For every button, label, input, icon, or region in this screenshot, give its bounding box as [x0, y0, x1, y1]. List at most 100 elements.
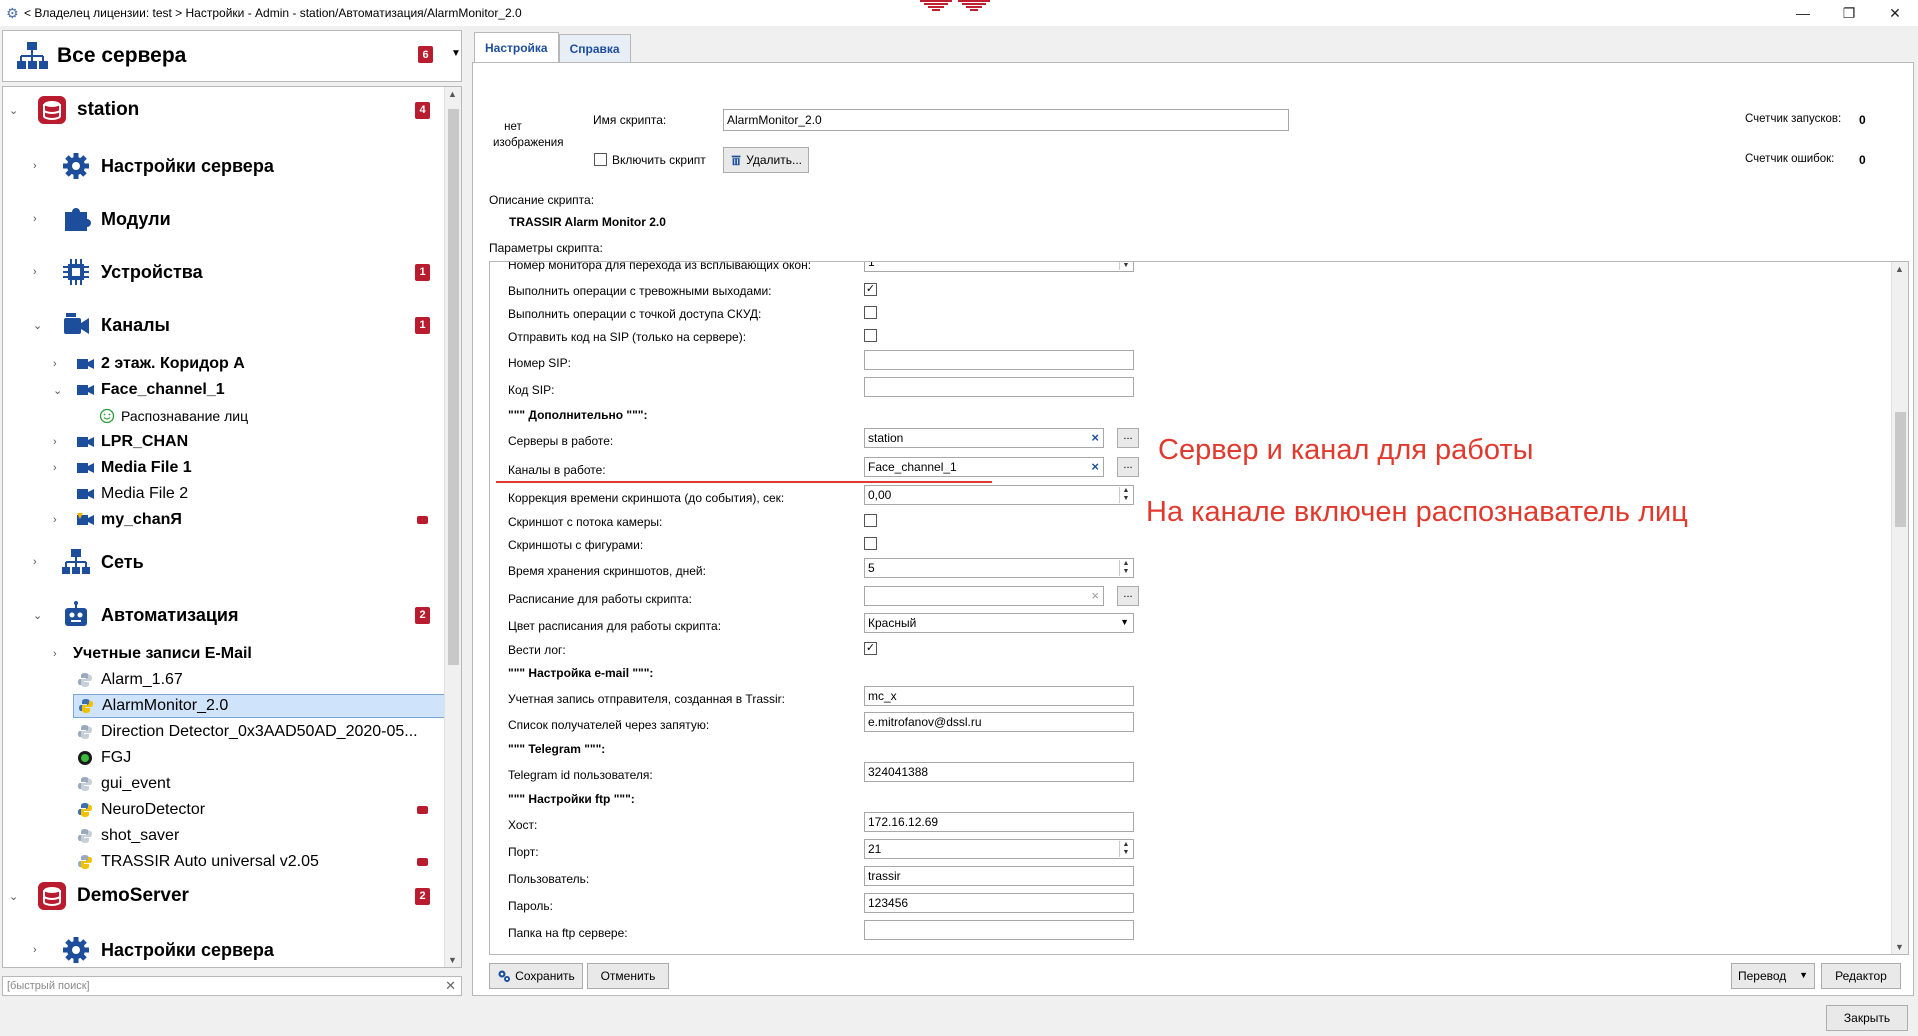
- tree-node-server-settings[interactable]: › Настройки сервера: [3, 151, 445, 181]
- tree-node-script-alarm[interactable]: Alarm_1.67: [3, 669, 445, 691]
- param-channels-input[interactable]: Face_channel_1 ×: [864, 457, 1104, 477]
- close-button[interactable]: Закрыть: [1826, 1005, 1908, 1031]
- chevron-right-icon[interactable]: ›: [53, 358, 57, 370]
- chevron-down-icon[interactable]: ▼: [451, 48, 461, 59]
- tree-node-demoserver[interactable]: ⌄ DemoServer 2: [3, 881, 445, 911]
- script-params-list[interactable]: Номер монитора для перехода из всплывающ…: [489, 261, 1909, 955]
- param-ftp-host-input[interactable]: 172.16.12.69: [864, 812, 1134, 832]
- chevron-right-icon[interactable]: ›: [53, 436, 57, 448]
- chevron-right-icon[interactable]: ›: [33, 213, 37, 225]
- schedule-browse-button[interactable]: ...: [1117, 586, 1139, 606]
- tree-node-script-neurodetector[interactable]: NeuroDetector: [3, 799, 445, 821]
- tree-node-script-alarmmonitor[interactable]: AlarmMonitor_2.0: [73, 694, 445, 718]
- script-name-input[interactable]: AlarmMonitor_2.0: [723, 109, 1289, 131]
- param-monitor-number-input[interactable]: 1 ▲▼: [864, 262, 1134, 272]
- param-sip-checkbox[interactable]: [864, 329, 877, 342]
- param-access-point-checkbox[interactable]: [864, 306, 877, 319]
- spinner-arrows-icon[interactable]: ▲▼: [1119, 262, 1132, 270]
- close-window-button[interactable]: ✕: [1872, 0, 1918, 26]
- tree-node-script-fgj[interactable]: FGJ: [3, 747, 445, 769]
- tree-node-modules[interactable]: › Модули: [3, 204, 445, 234]
- chevron-right-icon[interactable]: ›: [53, 462, 57, 474]
- tree-node-lpr-chan[interactable]: › LPR_CHAN: [3, 431, 445, 453]
- chevron-down-icon[interactable]: ⌄: [9, 104, 18, 117]
- scrollbar-thumb[interactable]: [448, 109, 459, 665]
- cancel-button[interactable]: Отменить: [587, 963, 669, 989]
- tree-node-station[interactable]: ⌄ station 4: [3, 95, 445, 125]
- scroll-down-icon[interactable]: ▼: [448, 955, 457, 965]
- tree-node-devices[interactable]: › Устройства 1: [3, 257, 445, 287]
- scrollbar-thumb[interactable]: [1895, 412, 1906, 527]
- chevron-down-icon[interactable]: ⌄: [9, 890, 18, 903]
- chevron-down-icon[interactable]: ⌄: [53, 384, 62, 397]
- param-sip-number-input[interactable]: [864, 350, 1134, 370]
- tree-node-script-direction[interactable]: Direction Detector_0x3AAD50AD_2020-05...: [3, 721, 445, 743]
- param-ftp-port-input[interactable]: 21 ▲ ▼: [864, 839, 1134, 859]
- tree-node-channels[interactable]: ⌄ Каналы 1: [3, 310, 445, 340]
- tree-node-script-trassir-auto[interactable]: TRASSIR Auto universal v2.05: [3, 851, 445, 873]
- param-recipients-input[interactable]: e.mitrofanov@dssl.ru: [864, 712, 1134, 732]
- param-ftp-password-input[interactable]: 123456: [864, 893, 1134, 913]
- tree-node-channel-corridor[interactable]: › 2 этаж. Коридор А: [3, 353, 445, 375]
- param-schedule-input[interactable]: ×: [864, 586, 1104, 606]
- tree-node-email-accounts[interactable]: › Учетные записи E-Mail: [3, 643, 445, 665]
- param-screenshot-figures-checkbox[interactable]: [864, 537, 877, 550]
- channels-browse-button[interactable]: ...: [1117, 457, 1139, 477]
- params-scrollbar[interactable]: ▲ ▼: [1891, 262, 1908, 954]
- spinner-arrows-icon[interactable]: ▲▼: [1119, 560, 1132, 576]
- spinner-arrows-icon[interactable]: ▲▼: [1119, 841, 1132, 857]
- quick-search-input[interactable]: [быстрый поиск] ✕: [2, 976, 462, 996]
- chevron-right-icon[interactable]: ›: [53, 648, 57, 660]
- minimize-button[interactable]: —: [1780, 0, 1826, 26]
- save-button[interactable]: Сохранить: [489, 963, 583, 989]
- param-ftp-folder-input[interactable]: [864, 920, 1134, 940]
- tree-node-media-file-2[interactable]: Media File 2: [3, 483, 445, 505]
- editor-button[interactable]: Редактор: [1821, 963, 1901, 989]
- param-screenshot-stream-checkbox[interactable]: [864, 514, 877, 527]
- tab-settings[interactable]: Настройка: [474, 32, 559, 62]
- servers-browse-button[interactable]: ...: [1117, 428, 1139, 448]
- param-sender-account-input[interactable]: mc_x: [864, 686, 1134, 706]
- chevron-down-icon[interactable]: ⌄: [33, 609, 42, 622]
- all-servers-header[interactable]: Все сервера 6 ▼: [2, 30, 462, 82]
- param-servers-input[interactable]: station ×: [864, 428, 1104, 448]
- tree-node-script-gui-event[interactable]: gui_event: [3, 773, 445, 795]
- param-screenshot-offset-input[interactable]: 0,00 ▲ ▼: [864, 485, 1134, 505]
- param-retention-days-input[interactable]: 5 ▲ ▼: [864, 558, 1134, 578]
- enable-script-checkbox[interactable]: [594, 153, 607, 166]
- spinner-arrows-icon[interactable]: ▲▼: [1119, 487, 1132, 503]
- param-telegram-id-input[interactable]: 324041388: [864, 762, 1134, 782]
- param-ftp-user-input[interactable]: trassir: [864, 866, 1134, 886]
- tree-node-automation[interactable]: ⌄ Автоматизация 2: [3, 600, 445, 630]
- param-schedule-color-select[interactable]: Красный ▼: [864, 613, 1134, 633]
- maximize-button[interactable]: ❐: [1826, 0, 1872, 26]
- tree-scrollbar[interactable]: ▲ ▼: [444, 87, 461, 967]
- clear-search-icon[interactable]: ✕: [445, 978, 456, 994]
- param-log-checkbox[interactable]: ✓: [864, 642, 877, 655]
- chevron-right-icon[interactable]: ›: [33, 266, 37, 278]
- clear-icon[interactable]: ×: [1091, 459, 1099, 474]
- scroll-up-icon[interactable]: ▲: [1895, 264, 1904, 274]
- tab-help[interactable]: Справка: [558, 34, 631, 62]
- tree-node-face-channel[interactable]: ⌄ Face_channel_1: [3, 379, 445, 401]
- tree-node-demoserver-settings[interactable]: › Настройки сервера: [3, 935, 445, 965]
- chevron-right-icon[interactable]: ›: [33, 556, 37, 568]
- delete-script-button[interactable]: Удалить...: [723, 147, 809, 173]
- tree-node-script-shot-saver[interactable]: shot_saver: [3, 825, 445, 847]
- tree-node-network[interactable]: › Сеть: [3, 547, 445, 577]
- tree-node-my-chan[interactable]: › my_chanЯ: [3, 509, 445, 531]
- tree-node-face-recognition[interactable]: Распознавание лиц: [3, 405, 445, 427]
- clear-icon[interactable]: ×: [1091, 430, 1099, 445]
- scroll-down-icon[interactable]: ▼: [1895, 942, 1904, 952]
- translate-dropdown[interactable]: Перевод ▼: [1731, 963, 1815, 989]
- chevron-right-icon[interactable]: ›: [33, 944, 37, 956]
- param-sip-code-input[interactable]: [864, 377, 1134, 397]
- param-alarm-outputs-checkbox[interactable]: ✓: [864, 283, 877, 296]
- chevron-down-icon[interactable]: ⌄: [33, 319, 42, 332]
- server-tree[interactable]: ⌄ station 4 › Настройки сервера › Модули…: [2, 86, 462, 968]
- clear-icon[interactable]: ×: [1091, 588, 1099, 603]
- chevron-right-icon[interactable]: ›: [53, 514, 57, 526]
- chevron-down-icon[interactable]: ▼: [1120, 617, 1129, 627]
- chevron-right-icon[interactable]: ›: [33, 160, 37, 172]
- tree-node-media-file-1[interactable]: › Media File 1: [3, 457, 445, 479]
